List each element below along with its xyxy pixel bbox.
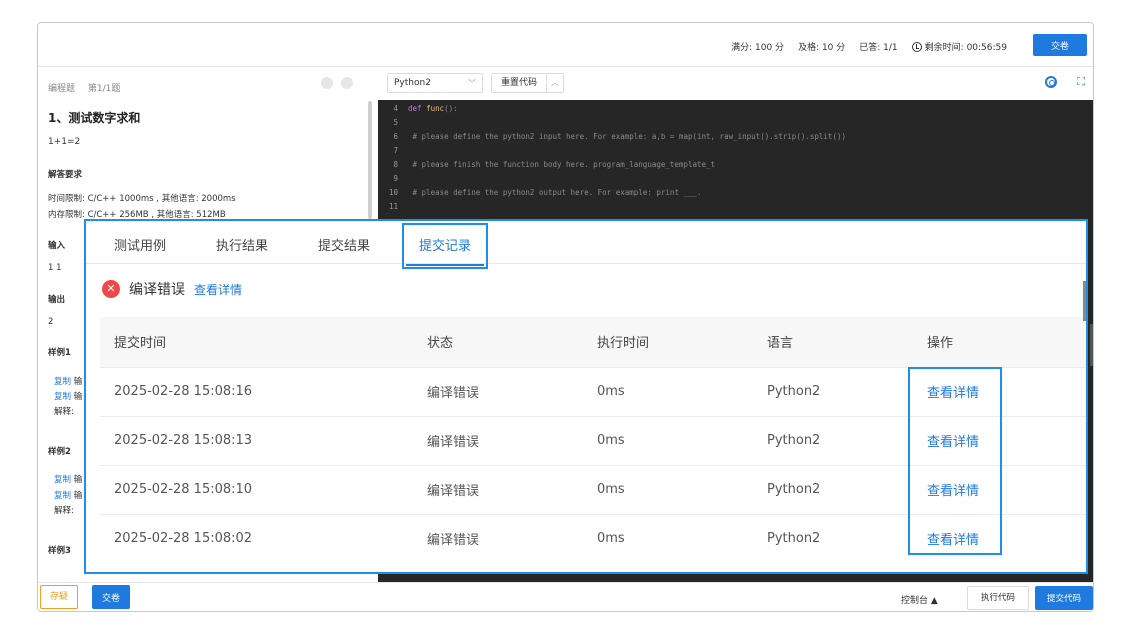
status-text: 编译错误: [129, 282, 185, 298]
copy-link[interactable]: 复制: [54, 475, 71, 485]
input-heading: 输入: [48, 241, 66, 251]
editor-scrollbar[interactable]: [1090, 324, 1093, 366]
question-type: 编程题: [48, 84, 76, 94]
problem-description: 1+1=2: [48, 137, 81, 147]
clock-icon: [911, 41, 922, 52]
code-line: 10 # please define the python2 output he…: [388, 188, 702, 197]
pass-score: 及格: 10 分: [798, 43, 846, 53]
copy-link[interactable]: 复制: [54, 377, 71, 387]
status: 编译错误: [427, 415, 597, 465]
remaining-time: 剩余时间: 00:56:59: [924, 43, 1007, 53]
example2-copy-input: 复制 输: [54, 475, 83, 485]
table-header: 提交时间 状态 执行时间 语言 操作: [100, 317, 1086, 367]
action-column-highlight: [908, 367, 1002, 555]
input-value: 1 1: [48, 263, 62, 273]
full-score: 满分: 100 分: [731, 43, 785, 53]
example3-heading: 样例3: [48, 546, 71, 556]
col-submit-time: 提交时间: [114, 336, 167, 352]
view-details-link[interactable]: 查看详情: [194, 281, 242, 298]
example1-copy-input: 复制 输: [54, 377, 83, 387]
requirements-heading: 解答要求: [48, 170, 83, 180]
top-bar: 满分: 100 分 及格: 10 分 已答: 1/1 剩余时间: 00:56:5…: [38, 23, 1093, 67]
code-line: 9: [393, 174, 398, 183]
duration: 0ms: [597, 415, 767, 465]
active-tab-underline: [406, 264, 484, 266]
code-line: 8 # please finish the function body here…: [393, 160, 716, 169]
duration: 0ms: [597, 464, 767, 514]
duration: 0ms: [597, 513, 767, 563]
timer: 剩余时间: 00:56:59: [911, 40, 1007, 53]
status: 编译错误: [427, 464, 597, 514]
example2-heading: 样例2: [48, 447, 71, 457]
copy-link[interactable]: 复制: [54, 491, 71, 501]
status-row: ✕ 编译错误 查看详情: [102, 279, 242, 299]
language: Python2: [767, 513, 927, 563]
code-line: 4 def func():: [393, 104, 458, 113]
copy-link[interactable]: 复制: [54, 392, 71, 402]
submit-time: 2025-02-28 15:08:10: [100, 464, 427, 514]
language-select[interactable]: Python2 ﹀: [387, 73, 483, 93]
next-icon[interactable]: [341, 77, 353, 89]
submit-time: 2025-02-28 15:08:16: [100, 366, 427, 416]
time-limit: 时间限制: C/C++ 1000ms , 其他语言: 2000ms: [48, 194, 236, 204]
mark-doubt-button[interactable]: 存疑: [40, 585, 78, 609]
exam-stats: 满分: 100 分 及格: 10 分 已答: 1/1 剩余时间: 00:56:5…: [731, 40, 1007, 53]
bottom-bar: 存疑 交卷 控制台 ▲ 执行代码 提交代码: [38, 582, 1093, 611]
results-panel: 测试用例 执行结果 提交结果 提交记录 ✕ 编译错误 查看详情 提交时间 状态 …: [84, 219, 1088, 574]
output-heading: 输出: [48, 295, 66, 305]
settings-icon[interactable]: [1045, 76, 1057, 88]
nav-buttons: [321, 77, 353, 89]
answered-count: 已答: 1/1: [859, 43, 898, 53]
editor-toolbar: Python2 ﹀ 重置代码 ︿ ⛶: [378, 67, 1093, 100]
duration: 0ms: [597, 366, 767, 416]
reset-code-button[interactable]: 重置代码: [491, 73, 547, 93]
code-line: 7: [393, 146, 398, 155]
submit-exam-button[interactable]: 交卷: [1033, 34, 1087, 56]
status: 编译错误: [427, 366, 597, 416]
language: Python2: [767, 415, 927, 465]
code-line: 11: [388, 202, 398, 211]
example1-explain: 解释:: [54, 407, 74, 417]
col-status: 状态: [427, 336, 454, 352]
chevron-down-icon: ﹀: [468, 79, 476, 88]
submit-time: 2025-02-28 15:08:02: [100, 513, 427, 563]
console-toggle[interactable]: 控制台 ▲: [901, 593, 938, 606]
status: 编译错误: [427, 513, 597, 563]
submit-code-button[interactable]: 提交代码: [1035, 586, 1093, 610]
tab-run-result[interactable]: 执行结果: [216, 235, 268, 254]
problem-scrollbar[interactable]: [368, 101, 372, 219]
submit-time: 2025-02-28 15:08:13: [100, 415, 427, 465]
breadcrumb: 编程题 第1/1题: [48, 81, 130, 94]
active-tab-highlight: [402, 223, 488, 269]
col-action: 操作: [927, 336, 954, 352]
error-icon: ✕: [102, 280, 120, 298]
fullscreen-icon[interactable]: ⛶: [1077, 75, 1085, 89]
col-language: 语言: [767, 336, 794, 352]
output-value: 2: [48, 317, 54, 327]
panel-scrollbar[interactable]: [1083, 281, 1086, 321]
example2-copy-output: 复制 输: [54, 491, 83, 501]
example2-explain: 解释:: [54, 506, 74, 516]
example1-copy-output: 复制 输: [54, 392, 83, 402]
language-value: Python2: [394, 78, 431, 88]
question-index: 第1/1题: [87, 84, 121, 94]
col-duration: 执行时间: [597, 336, 650, 352]
prev-icon[interactable]: [321, 77, 333, 89]
chevron-up-icon[interactable]: ︿: [546, 73, 564, 93]
language: Python2: [767, 366, 927, 416]
results-tabs: 测试用例 执行结果 提交结果 提交记录: [86, 221, 1086, 264]
tab-submit-result[interactable]: 提交结果: [318, 235, 370, 254]
submit-exam-bottom-button[interactable]: 交卷: [92, 585, 130, 609]
language: Python2: [767, 464, 927, 514]
tab-test-cases[interactable]: 测试用例: [114, 235, 166, 254]
code-line: 5: [393, 118, 398, 127]
problem-title: 1、测试数字求和: [48, 111, 141, 125]
run-code-button[interactable]: 执行代码: [967, 586, 1029, 610]
example1-heading: 样例1: [48, 348, 71, 358]
code-line: 6 # please define the python2 input here…: [393, 132, 846, 141]
